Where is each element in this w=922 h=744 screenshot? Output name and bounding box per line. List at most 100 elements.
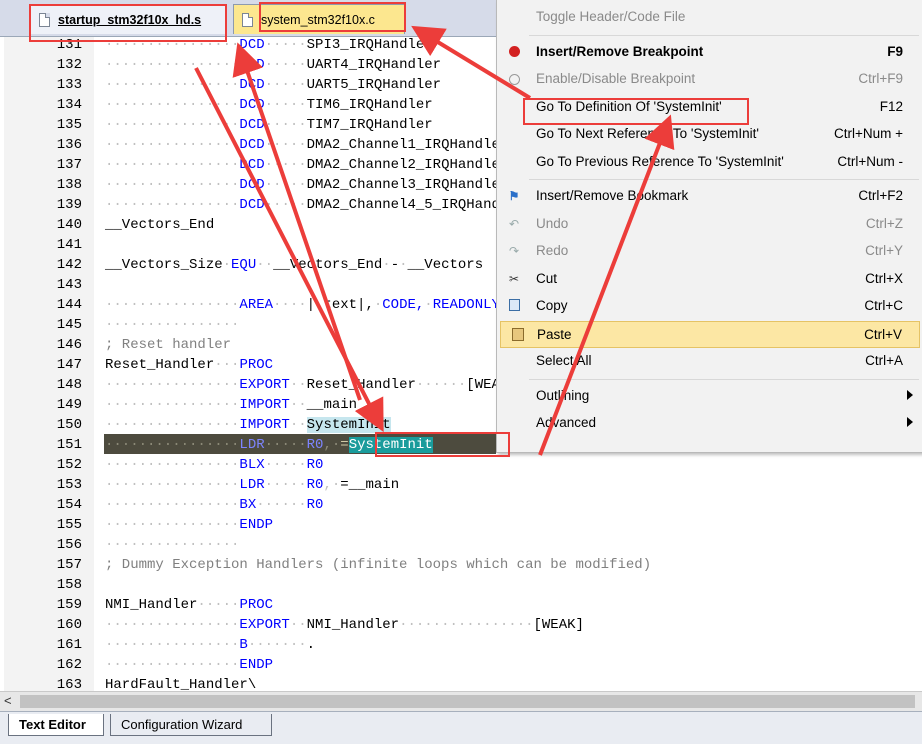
menu-item-outlining[interactable]: Outlining (497, 383, 922, 410)
menu-item-label: Advanced (536, 415, 597, 430)
line-number: 158 (56, 577, 82, 593)
menu-item-insert-remove-breakpoint[interactable]: Insert/Remove Breakpoint F9 (497, 39, 922, 66)
keyword-token: DCD (239, 177, 265, 193)
code-line[interactable]: 155 ················ENDP (0, 515, 922, 535)
whitespace-marker: ················ (105, 457, 240, 473)
menu-item-advanced[interactable]: Advanced (497, 410, 922, 437)
whitespace-marker: ····· (264, 197, 307, 213)
keyword-token: DCD (239, 97, 265, 113)
menu-item-go-to-next-reference-to-systeminit[interactable]: Go To Next Reference To 'SystemInit' Ctrl… (497, 121, 922, 148)
code-token: SystemInit (306, 417, 391, 433)
whitespace-marker: ················ (105, 297, 240, 313)
line-number: 161 (56, 637, 82, 653)
code-token: DMA2_Channel1_IRQHandler (306, 137, 509, 153)
whitespace-marker: ················ (105, 137, 240, 153)
tab-configuration-wizard[interactable]: Configuration Wizard (110, 714, 272, 736)
menu-separator (529, 179, 919, 180)
menu-item-cut[interactable]: ✂ Cut Ctrl+X (497, 266, 922, 293)
code-line[interactable]: 159 NMI_Handler·····PROC (0, 595, 922, 615)
menu-item-label: Enable/Disable Breakpoint (536, 71, 696, 86)
menu-item-select-all[interactable]: Select All Ctrl+A (497, 348, 922, 375)
code-text: ················ (105, 315, 239, 335)
menu-item-label: Select All (536, 353, 592, 368)
line-number: 162 (56, 657, 82, 673)
menu-item-go-to-previous-reference-to-systeminit[interactable]: Go To Previous Reference To 'SystemInit'… (497, 149, 922, 176)
line-number: 140 (56, 217, 82, 233)
menu-item-shortcut: Ctrl+A (865, 353, 903, 368)
code-line[interactable]: 153 ················LDR·····R0,·=__main (0, 475, 922, 495)
line-number: 154 (56, 497, 82, 513)
code-token: = (340, 437, 349, 453)
line-number: 147 (56, 357, 82, 373)
code-line[interactable]: 156 ················ (0, 535, 922, 555)
menu-item-copy[interactable]: Copy Ctrl+C (497, 293, 922, 320)
whitespace-marker: ················ (399, 617, 534, 633)
code-line[interactable]: 152 ················BLX·····R0 (0, 455, 922, 475)
context-menu: Toggle Header/Code File Insert/Remove Bre… (496, 0, 922, 453)
tab-label: startup_stm32f10x_hd.s (58, 12, 202, 27)
code-line[interactable]: 154 ················BX······R0 (0, 495, 922, 515)
whitespace-marker: ·· (289, 397, 307, 413)
code-token: . (306, 637, 316, 653)
keyword-token: DCD (239, 57, 265, 73)
code-token: SystemInit (348, 437, 433, 453)
line-number: 138 (56, 177, 82, 193)
tab-system-file[interactable]: system_stm32f10x.c (233, 4, 405, 34)
whitespace-marker: ················ (105, 177, 240, 193)
whitespace-marker: ······ (256, 497, 307, 513)
whitespace-marker: ················ (105, 57, 240, 73)
keyword-token: EXPORT (239, 617, 290, 633)
line-number: 157 (56, 557, 82, 573)
code-text: __Vectors_End (105, 215, 214, 235)
code-text: Reset_Handler···PROC (105, 355, 273, 375)
scroll-left-icon[interactable]: < (4, 693, 12, 708)
line-number: 149 (56, 397, 82, 413)
code-line[interactable]: 161 ················B·······. (0, 635, 922, 655)
menu-separator (529, 378, 919, 380)
menu-item-shortcut: Ctrl+Y (865, 243, 903, 258)
whitespace-marker: ····· (264, 37, 307, 53)
code-line[interactable]: 163 HardFault_Handler\ (0, 675, 922, 691)
tab-text-editor[interactable]: Text Editor (8, 714, 104, 736)
whitespace-marker: ················ (105, 77, 240, 93)
code-line[interactable]: 160 ················EXPORT··NMI_Handler··… (0, 615, 922, 635)
code-token: NMI_Handler (105, 597, 198, 613)
code-text: ················B·······. (105, 635, 315, 655)
code-line[interactable]: 157 ; Dummy Exception Handlers (infinite … (0, 555, 922, 575)
whitespace-marker: ····· (264, 457, 307, 473)
menu-item-redo[interactable]: ↷ Redo Ctrl+Y (497, 238, 922, 265)
menu-item-toggle-header-code-file[interactable]: Toggle Header/Code File (497, 4, 922, 31)
whitespace-marker: · (399, 257, 408, 273)
scrollbar-thumb[interactable] (20, 695, 915, 708)
code-line[interactable]: 162 ················ENDP (0, 655, 922, 675)
whitespace-marker: ················ (105, 97, 240, 113)
code-token: [WEAK] (533, 617, 584, 633)
menu-item-paste[interactable]: Paste Ctrl+V (500, 320, 920, 348)
menu-item-shortcut: Ctrl+V (864, 326, 902, 342)
line-number: 151 (56, 437, 82, 453)
tab-startup-file[interactable]: startup_stm32f10x_hd.s (30, 4, 226, 34)
line-number: 150 (56, 417, 82, 433)
line-number: 132 (56, 57, 82, 73)
breakpoint-icon (507, 45, 521, 59)
code-token: DMA2_Channel4_5_IRQHandler (306, 197, 526, 213)
menu-item-go-to-definition-of-systeminit[interactable]: Go To Definition Of 'SystemInit' F12 (497, 94, 922, 121)
menu-item-insert-remove-bookmark[interactable]: ⚑ Insert/Remove Bookmark Ctrl+F2 (497, 183, 922, 210)
line-number: 142 (56, 257, 82, 273)
menu-item-undo[interactable]: ↶ Undo Ctrl+Z (497, 211, 922, 238)
code-text: ················AREA····|.text|,·CODE,·R… (105, 295, 500, 315)
horizontal-scrollbar[interactable]: < (0, 691, 922, 711)
whitespace-marker: ················ (105, 157, 240, 173)
code-text: NMI_Handler·····PROC (105, 595, 273, 615)
code-text: ················DCD·····DMA2_Channel3_IR… (105, 175, 508, 195)
code-text: ················DCD·····TIM7_IRQHandler (105, 115, 433, 135)
code-line[interactable]: 158 (0, 575, 922, 595)
menu-item-shortcut: Ctrl+Z (865, 215, 903, 231)
menu-item-enable-disable-breakpoint[interactable]: Enable/Disable Breakpoint Ctrl+F9 (497, 66, 922, 93)
keyword-token: CODE, (382, 297, 425, 313)
breakpoint-outline-icon (507, 72, 521, 86)
whitespace-marker: ················ (105, 317, 240, 333)
comment-token: ; Dummy Exception Handlers (infinite loo… (105, 557, 652, 573)
menu-item-shortcut: Ctrl+F2 (858, 188, 903, 203)
whitespace-marker: ················ (105, 637, 240, 653)
